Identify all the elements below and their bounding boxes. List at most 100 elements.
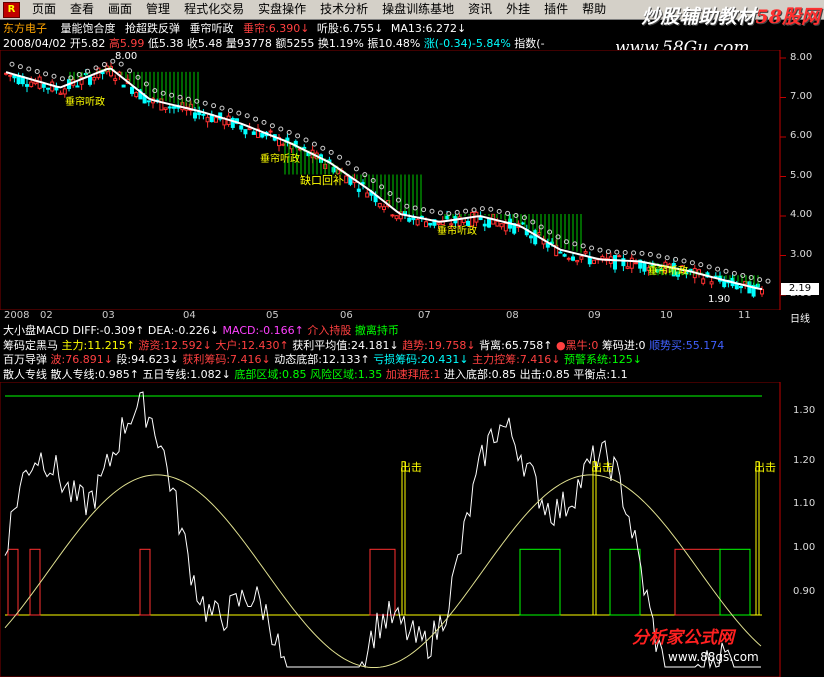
time-tick: 03	[102, 310, 115, 321]
quote-date: 2008/04/02	[3, 37, 67, 50]
quote-high: 高5.99	[108, 37, 145, 50]
candle-body	[558, 251, 563, 254]
candle-body	[613, 255, 617, 270]
candle-body	[394, 215, 399, 220]
menu-bar: R 页面 查看 画面 管理 程式化交易 实盘操作 技术分析 操盘训练基地 资讯 …	[0, 0, 824, 28]
brand2-url: www.88gs.com	[668, 650, 759, 664]
menu-live-trade[interactable]: 实盘操作	[251, 0, 313, 19]
candle-body	[239, 125, 244, 130]
menu-plugins-ext[interactable]: 外挂	[499, 0, 537, 19]
candle-body	[529, 235, 533, 239]
retail-fxqy: 风险区域:1.35	[310, 368, 383, 381]
chip-row: 筹码定黑马 主力:11.215↑ 游资:12.592↓ 大户:12.430↑ 获…	[3, 339, 724, 352]
attack-label-3: 出击	[754, 461, 776, 474]
candle-body	[193, 112, 197, 119]
missile-hlcm: 获利筹码:7.416↓	[182, 353, 271, 366]
quote-close: 收5.48	[186, 37, 223, 50]
candle-body	[113, 78, 118, 82]
candle-body	[579, 256, 584, 260]
candle-body	[537, 232, 542, 236]
menu-plugins[interactable]: 插件	[537, 0, 575, 19]
chuilian-label-3: 垂帘听政	[437, 226, 477, 237]
candle-body	[428, 222, 433, 226]
retail-cj: 出击:0.85	[519, 368, 570, 381]
time-tick: 04	[183, 310, 196, 321]
indicator-1[interactable]: 量能饱合度	[61, 22, 116, 35]
app-icon[interactable]: R	[3, 2, 20, 18]
menu-training[interactable]: 操盘训练基地	[375, 0, 461, 19]
retail-srzx: 散人专线:0.985↑	[50, 368, 139, 381]
ma-value: MA13:6.272↓	[390, 22, 467, 35]
macd-diff: DIFF:-0.309↑	[72, 324, 145, 337]
price-axis	[780, 57, 786, 296]
macd-row: 大小盘MACD DIFF:-0.309↑ DEA:-0.226↓ MACD:-0…	[3, 324, 399, 337]
candle-body	[75, 85, 80, 88]
candle-body	[377, 203, 382, 208]
candle-body	[407, 217, 412, 222]
menu-news[interactable]: 资讯	[461, 0, 499, 19]
quote-amp: 振10.48%	[367, 37, 421, 50]
quote-open: 开5.82	[69, 37, 106, 50]
time-tick: 10	[660, 310, 673, 321]
candle-body	[382, 206, 386, 210]
candle-body	[533, 230, 538, 245]
attack-label-1: 出击	[400, 461, 422, 474]
time-tick: 08	[506, 310, 519, 321]
price-tick-4: 4.00	[790, 209, 813, 220]
macd-value: MACD:-0.166↑	[222, 324, 304, 337]
candle-body	[172, 106, 176, 109]
price-chart[interactable]	[0, 50, 824, 310]
menu-program-trade[interactable]: 程式化交易	[177, 0, 251, 19]
candle-body	[163, 107, 168, 110]
chip-sy: 游资:12.592↓	[138, 339, 212, 352]
menu-tech-analysis[interactable]: 技术分析	[313, 0, 375, 19]
stock-name[interactable]: 东方电子	[3, 22, 47, 35]
retail-dbqy: 底部区域:0.85	[234, 368, 307, 381]
time-tick: 06	[340, 310, 353, 321]
indicator-2[interactable]: 抢超跌反弹	[125, 22, 180, 35]
quote-row: 2008/04/02 开5.82 高5.99 低5.38 收5.48 量9377…	[3, 37, 545, 50]
candle-body	[445, 215, 449, 220]
candle-body	[8, 74, 13, 77]
menu-view[interactable]: 查看	[63, 0, 101, 19]
price-tick-6: 6.00	[790, 130, 813, 141]
menu-manage[interactable]: 管理	[139, 0, 177, 19]
candle-body	[121, 84, 126, 88]
lower-tick: 1.30	[793, 405, 816, 416]
menu-items: 页面 查看 画面 管理 程式化交易 实盘操作 技术分析 操盘训练基地 资讯 外挂…	[25, 0, 613, 19]
menu-page[interactable]: 页面	[25, 0, 63, 19]
menu-screen[interactable]: 画面	[101, 0, 139, 19]
missile-duan: 段:94.623↓	[116, 353, 179, 366]
retail-wrzx: 五日专线:1.082↓	[142, 368, 231, 381]
quote-amt: 额5255	[275, 37, 315, 50]
candle-body	[260, 132, 265, 138]
missile-title[interactable]: 百万导弹	[3, 353, 47, 366]
candle-body	[46, 87, 50, 90]
period-label[interactable]: 日线	[790, 310, 810, 325]
menu-help[interactable]: 帮助	[575, 0, 613, 19]
candle-body	[634, 262, 638, 265]
candle-body	[482, 223, 487, 227]
quekou-label: 缺口回补	[300, 174, 344, 187]
chip-title[interactable]: 筹码定黑马	[3, 339, 58, 352]
candle-body	[566, 257, 571, 260]
indicator-3[interactable]: 垂帘听政	[190, 22, 234, 35]
macd-title[interactable]: 大小盘MACD	[3, 324, 69, 337]
candle-body	[390, 214, 395, 217]
chip-extra: 顺势买:55.174	[649, 339, 725, 352]
candle-body	[41, 83, 46, 88]
chip-cm: 筹码进:0	[601, 339, 646, 352]
candle-body	[29, 81, 34, 88]
candle-body	[92, 77, 97, 81]
retail-jrdb: 进入底部:0.85	[443, 368, 517, 381]
missile-bo: 波:76.891↓	[50, 353, 113, 366]
macd-dea: DEA:-0.226↓	[147, 324, 220, 337]
candle-body	[592, 259, 596, 264]
candle-body	[415, 219, 420, 226]
retail-title[interactable]: 散人专线	[3, 368, 47, 381]
retail-phd: 平衡点:1.1	[573, 368, 628, 381]
price-tick-3: 3.00	[790, 249, 813, 260]
retail-row: 散人专线 散人专线:0.985↑ 五日专线:1.082↓ 底部区域:0.85 风…	[3, 368, 628, 381]
time-tick: 07	[418, 310, 431, 321]
chip-bl: 背离:65.758↑	[479, 339, 553, 352]
